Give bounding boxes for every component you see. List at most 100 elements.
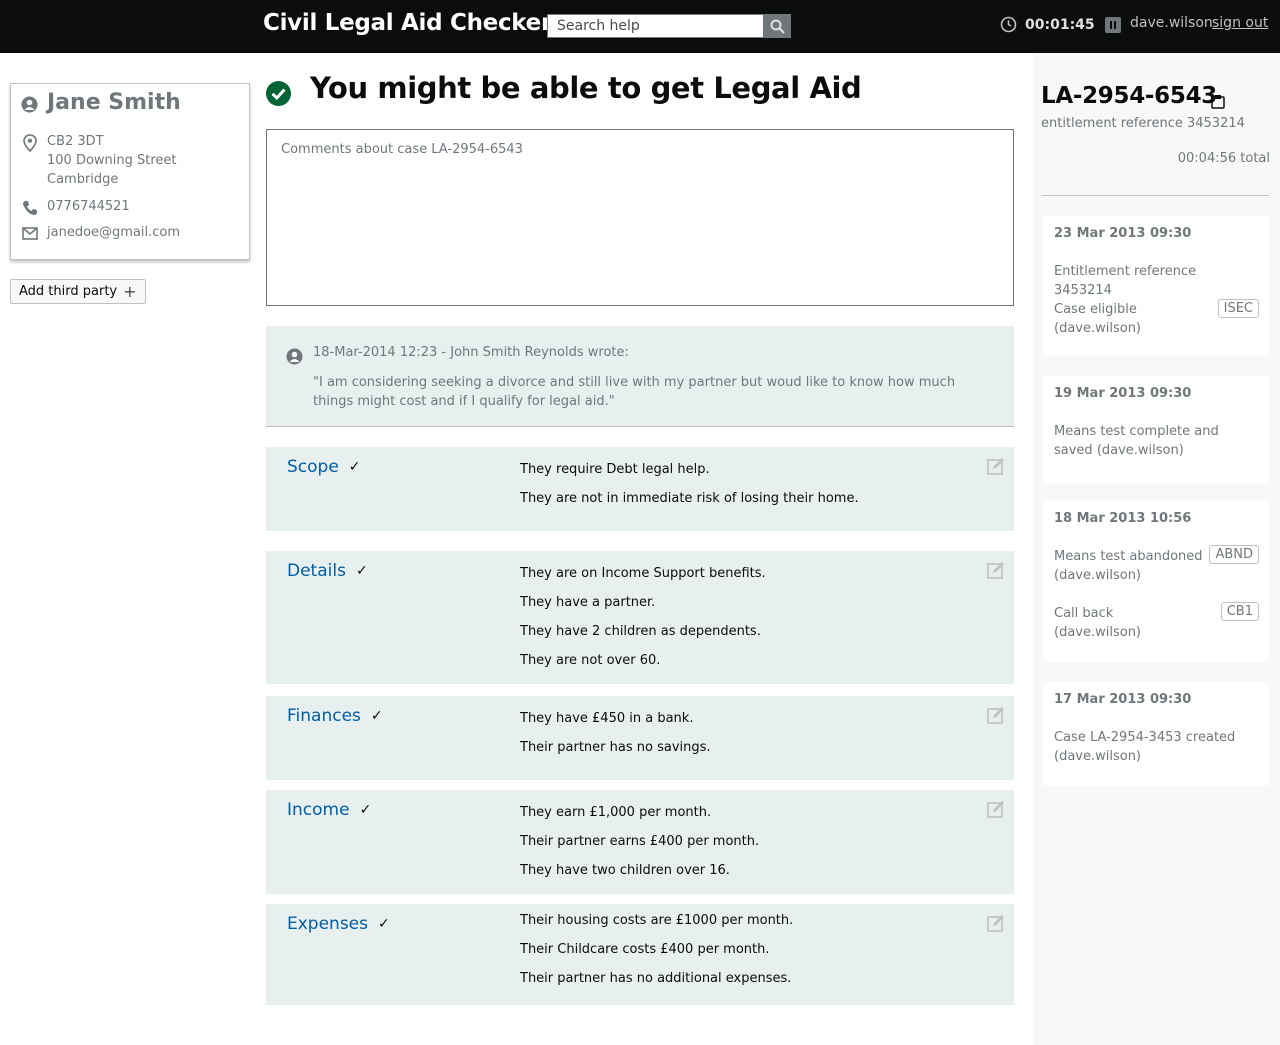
event-tag: ABND (1209, 545, 1259, 564)
edit-icon[interactable] (987, 706, 1005, 724)
section-title[interactable]: Scope ✓ (287, 457, 361, 477)
section-summary: They have £450 in a bank. Their partner … (520, 704, 711, 762)
event-tag: CB1 (1220, 602, 1259, 621)
section-title[interactable]: Finances ✓ (287, 706, 383, 726)
edit-icon[interactable] (987, 800, 1005, 818)
sign-out-link[interactable]: sign out (1212, 15, 1268, 31)
summary-line: They require Debt legal help. (520, 462, 710, 477)
event-item: Means test complete and saved (dave.wils… (1054, 424, 1219, 458)
address-street: 100 Downing Street (47, 153, 177, 168)
event-item: Entitlement reference 3453214 (1054, 264, 1197, 298)
section-finances: Finances ✓ They have £450 in a bank. The… (266, 696, 1014, 780)
add-third-party-label: Add third party (19, 284, 118, 299)
summary-line: Their Childcare costs £400 per month. (520, 942, 770, 957)
note-meta: 18-Mar-2014 12:23 - John Smith Reynolds … (313, 345, 629, 360)
checkmark-icon: ✓ (378, 916, 390, 932)
checkmark-icon: ✓ (355, 563, 368, 579)
summary-line: Their partner has no savings. (520, 740, 711, 755)
history-event: 19 Mar 2013 09:30 Means test complete an… (1043, 376, 1269, 483)
address-postcode: CB2 3DT (47, 134, 104, 149)
section-scope: Scope ✓ They require Debt legal help. Th… (266, 447, 1014, 531)
summary-line: They are not in immediate risk of losing… (520, 491, 859, 506)
person-icon (21, 96, 38, 113)
event-tag: ISEC (1217, 299, 1259, 318)
address-city: Cambridge (47, 172, 119, 187)
section-details: Details ✓ They are on Income Support ben… (266, 551, 1014, 684)
divider (1042, 195, 1269, 196)
history-event: 18 Mar 2013 10:56 Means test abandoned (… (1043, 501, 1269, 662)
case-reference: LA-2954-6543 (1041, 83, 1217, 109)
edit-icon[interactable] (987, 914, 1005, 932)
summary-line: They are not over 60. (520, 653, 661, 668)
event-item: Means test abandoned (dave.wilson) (1054, 549, 1203, 583)
summary-line: Their partner has no additional expenses… (520, 971, 792, 986)
clock-icon (1000, 16, 1017, 33)
caller-note: 18-Mar-2014 12:23 - John Smith Reynolds … (266, 326, 1014, 427)
email-address: janedoe@gmail.com (47, 225, 181, 240)
event-date: 23 Mar 2013 09:30 (1054, 226, 1192, 241)
search-input[interactable] (547, 14, 764, 38)
summary-line: They have a partner. (520, 595, 656, 610)
person-name: Jane Smith (47, 90, 181, 115)
case-comments-textarea[interactable] (266, 129, 1014, 306)
event-item: Call back (dave.wilson) (1054, 606, 1142, 640)
location-pin-icon (23, 134, 37, 152)
event-item: Case eligible (dave.wilson) (1054, 302, 1142, 336)
checkmark-icon: ✓ (359, 802, 372, 818)
username: dave.wilson (1130, 15, 1213, 31)
call-timer: 00:01:45 (1000, 16, 1121, 33)
person-card: Jane Smith CB2 3DT 100 Downing Street Ca… (10, 83, 250, 260)
success-check-icon (266, 81, 291, 106)
event-date: 17 Mar 2013 09:30 (1054, 692, 1192, 707)
event-item: Case LA-2954-3453 created (dave.wilson) (1054, 730, 1236, 764)
app-title[interactable]: Civil Legal Aid Checker (263, 10, 552, 36)
section-title-label: Income (287, 800, 350, 820)
pause-button[interactable] (1104, 16, 1121, 33)
section-title-label: Expenses (287, 914, 368, 934)
section-title[interactable]: Details ✓ (287, 561, 368, 581)
phone-icon (23, 201, 37, 215)
section-title-label: Scope (287, 457, 339, 477)
add-third-party-button[interactable]: Add third party + (10, 279, 146, 304)
section-summary: They require Debt legal help. They are n… (520, 455, 859, 513)
summary-line: Their housing costs are £1000 per month. (520, 913, 794, 928)
summary-line: They earn £1,000 per month. (520, 805, 712, 820)
summary-line: They have two children over 16. (520, 863, 730, 878)
section-income: Income ✓ They earn £1,000 per month. The… (266, 790, 1014, 894)
entitlement-reference: entitlement reference 3453214 (1041, 116, 1245, 131)
summary-line: They have 2 children as dependents. (520, 624, 761, 639)
case-history-panel: LA-2954-6543 entitlement reference 34532… (1033, 53, 1280, 1045)
result-title: You might be able to get Legal Aid (310, 71, 862, 105)
phone-number: 0776744521 (47, 199, 130, 214)
section-title-label: Details (287, 561, 346, 581)
top-header: Civil Legal Aid Checker 00:01:45 dave.wi… (0, 0, 1280, 53)
address: CB2 3DT 100 Downing Street Cambridge (47, 132, 177, 189)
event-date: 18 Mar 2013 10:56 (1054, 511, 1192, 526)
summary-line: They are on Income Support benefits. (520, 566, 766, 581)
history-event: 23 Mar 2013 09:30 Entitlement reference … (1043, 216, 1269, 355)
summary-line: Their partner earns £400 per month. (520, 834, 760, 849)
history-event: 17 Mar 2013 09:30 Case LA-2954-3453 crea… (1043, 682, 1269, 786)
search-bar (547, 14, 791, 38)
search-icon (770, 19, 785, 34)
edit-icon[interactable] (987, 457, 1005, 475)
edit-icon[interactable] (987, 561, 1005, 579)
section-title-label: Finances (287, 706, 361, 726)
total-time: 00:04:56 total (1177, 151, 1270, 166)
section-expenses: Expenses ✓ Their housing costs are £1000… (266, 904, 1014, 1005)
person-icon (286, 348, 303, 365)
email-icon (22, 227, 38, 240)
section-summary: They earn £1,000 per month. Their partne… (520, 798, 759, 885)
event-date: 19 Mar 2013 09:30 (1054, 386, 1192, 401)
clipboard-icon[interactable] (1211, 94, 1225, 109)
note-quote: "I am considering seeking a divorce and … (313, 375, 956, 409)
section-summary: They are on Income Support benefits. The… (520, 559, 766, 675)
section-title[interactable]: Expenses ✓ (287, 914, 390, 934)
plus-icon: + (123, 281, 137, 301)
section-title[interactable]: Income ✓ (287, 800, 371, 820)
search-button[interactable] (764, 14, 791, 38)
timer-value: 00:01:45 (1025, 16, 1095, 33)
section-summary: Their housing costs are £1000 per month.… (520, 906, 793, 993)
checkmark-icon: ✓ (370, 708, 383, 724)
checkmark-icon: ✓ (348, 459, 361, 475)
